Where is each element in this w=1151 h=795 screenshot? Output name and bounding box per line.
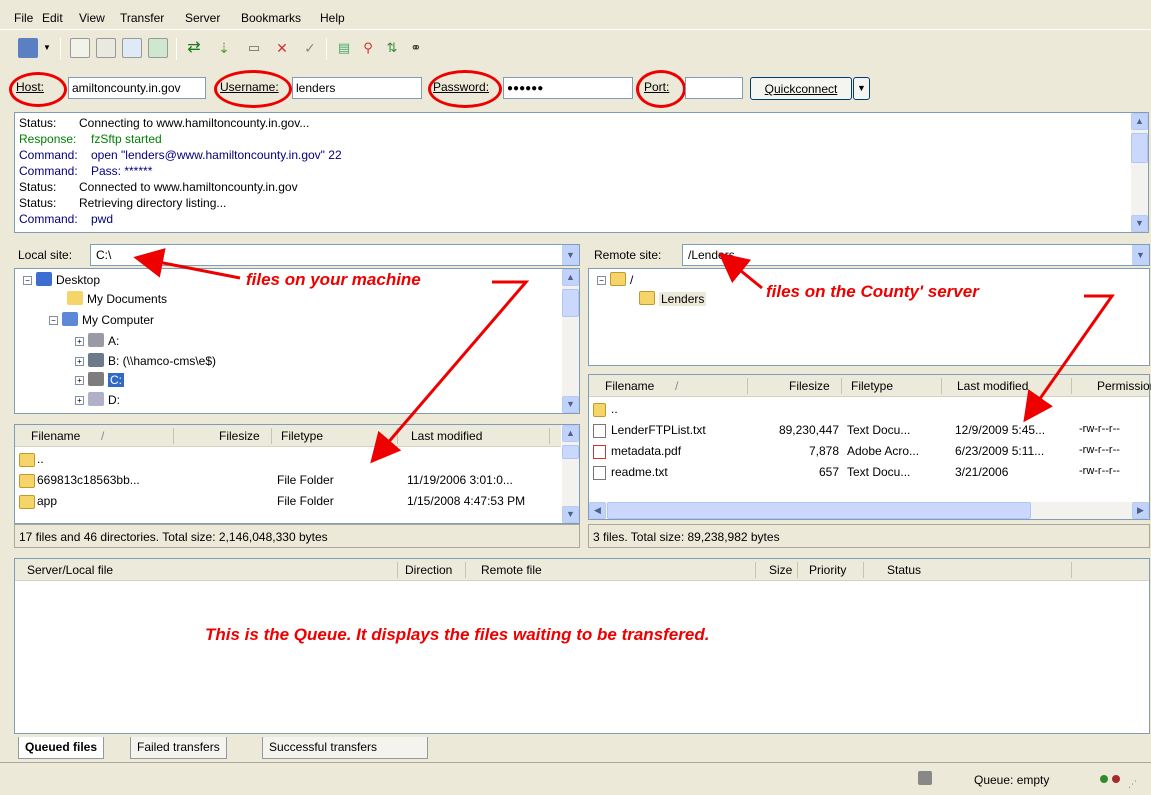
arrow-to-local-path	[133, 248, 241, 280]
arrow-to-local-files	[370, 280, 530, 464]
arrow-to-remote-files	[1023, 294, 1115, 423]
arrow-to-remote-path	[718, 252, 763, 290]
annotation-arrows	[133, 248, 1115, 464]
